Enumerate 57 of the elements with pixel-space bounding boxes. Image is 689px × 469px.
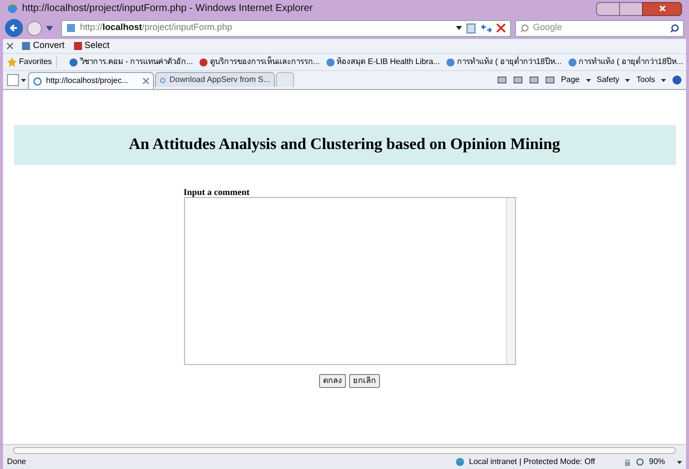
- favorite-link[interactable]: ดูบริการของการเห็นและการรก...: [198, 56, 320, 68]
- search-placeholder: Google: [533, 21, 564, 34]
- minimize-button[interactable]: [596, 2, 620, 16]
- dropdown-arrow-icon[interactable]: [586, 78, 591, 82]
- site-icon: [198, 58, 208, 66]
- form-button[interactable]: ตกลง: [319, 374, 346, 388]
- dropdown-arrow-icon[interactable]: [625, 78, 630, 82]
- zoom-level[interactable]: 90%: [649, 456, 673, 468]
- search-icon: [520, 24, 529, 32]
- favorite-link[interactable]: การทำแท้ง ( อายุต่ำกว่า18ปีห...: [568, 56, 684, 68]
- status-text: Done: [7, 456, 28, 468]
- favorite-link[interactable]: ห้องสมุด E-LIB Health Libra...: [326, 56, 440, 68]
- site-icon: [68, 58, 78, 66]
- url-path: /project/inputForm.php: [142, 22, 232, 32]
- menu-button[interactable]: Safety: [596, 74, 620, 86]
- favorite-link[interactable]: วิชาการ.คอม - การแทนค่าตัวอัก...: [68, 56, 193, 68]
- site-icon: [326, 58, 335, 66]
- favorite-link[interactable]: การทำแท้ง ( อายุต่ำกว่า18ปีห...: [446, 56, 562, 68]
- search-icon[interactable]: [670, 24, 679, 32]
- site-icon: [446, 58, 455, 66]
- horizontal-scrollbar[interactable]: [3, 444, 686, 455]
- menu-button[interactable]: Page: [560, 74, 580, 86]
- search-field[interactable]: Google: [515, 20, 684, 36]
- menu-button[interactable]: Tools: [636, 74, 655, 86]
- dropdown-arrow-icon[interactable]: [21, 79, 26, 82]
- form-button[interactable]: ยกเลิก: [349, 374, 380, 388]
- favorites-button[interactable]: Favorites: [7, 56, 57, 68]
- close-button[interactable]: [642, 2, 682, 16]
- dropdown-arrow-icon[interactable]: [661, 78, 666, 82]
- toolbar-button[interactable]: Convert: [21, 39, 65, 53]
- close-icon[interactable]: [7, 43, 13, 49]
- browser-tab[interactable]: Download AppServ from S...: [155, 72, 275, 87]
- back-button[interactable]: [5, 19, 23, 37]
- address-field[interactable]: http://localhost/project/inputForm.php: [61, 20, 511, 36]
- maximize-button[interactable]: [620, 2, 642, 16]
- site-icon: [568, 58, 577, 66]
- vertical-scrollbar[interactable]: [506, 198, 514, 364]
- security-zone: Local intranet | Protected Mode: Off: [469, 456, 596, 468]
- close-tab-icon[interactable]: [143, 78, 149, 84]
- url-host: localhost: [102, 22, 142, 32]
- star-icon: [7, 57, 17, 67]
- dropdown-arrow-icon[interactable]: [677, 460, 682, 464]
- form-label: Input a comment: [184, 187, 251, 197]
- back-arrow-icon: [9, 23, 19, 33]
- browser-logo-icon: [33, 76, 42, 86]
- refresh-icon[interactable]: [481, 22, 492, 34]
- browser-logo-icon: [7, 3, 18, 14]
- close-icon: [658, 5, 666, 12]
- browser-tab[interactable]: http://localhost/projec...: [28, 72, 154, 89]
- url-prefix: http://: [80, 22, 103, 32]
- dropdown-arrow-icon[interactable]: [456, 26, 462, 30]
- page-heading: An Attitudes Analysis and Clustering based on Opinion Mining: [128, 135, 560, 155]
- stop-icon[interactable]: [496, 23, 506, 33]
- toolbar-button[interactable]: Select: [72, 39, 110, 53]
- window-title: http://localhost/project/inputForm.php - Windows Internet Explorer: [22, 2, 314, 16]
- globe-icon: [455, 457, 465, 467]
- loading-icon: [160, 76, 166, 84]
